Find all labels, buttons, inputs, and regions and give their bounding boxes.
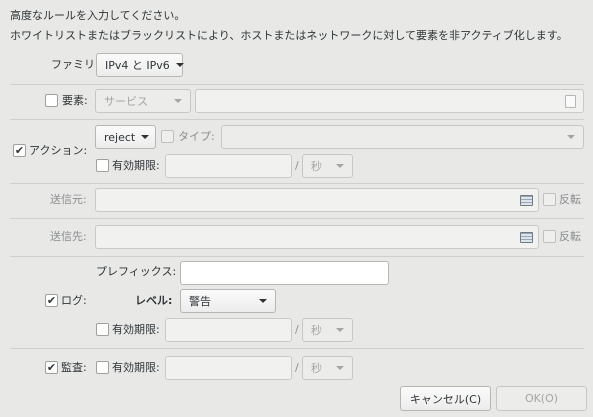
log-prefix-entry[interactable] bbox=[180, 261, 389, 285]
header-line-1: 高度なルールを入力してください。 bbox=[10, 9, 186, 22]
element-label: 要素: bbox=[62, 94, 88, 107]
audit-label: 監査: bbox=[61, 361, 87, 374]
chevron-down-icon bbox=[174, 99, 182, 103]
audit-expiry-entry[interactable] bbox=[165, 356, 292, 380]
log-level-value: 警告 bbox=[189, 295, 211, 308]
family-dropdown[interactable]: IPv4 と IPv6 bbox=[96, 53, 184, 77]
cancel-button[interactable]: キャンセル(C) bbox=[400, 386, 491, 411]
log-label: ログ: bbox=[61, 294, 87, 307]
separator bbox=[10, 84, 584, 85]
log-expiry-label: 有効期限: bbox=[112, 323, 160, 336]
slash-separator: / bbox=[295, 361, 299, 374]
audit-expiry-unit-value: 秒 bbox=[311, 362, 322, 375]
separator bbox=[10, 218, 584, 219]
chevron-down-icon bbox=[336, 164, 344, 168]
checkmark-icon: ✔ bbox=[14, 144, 25, 157]
chevron-down-icon bbox=[336, 366, 344, 370]
checkmark-icon: ✔ bbox=[46, 294, 57, 307]
separator bbox=[10, 183, 584, 184]
header-line-2: ホワイトリストまたはブラックリストにより、ホストまたはネットワークに対して要素を… bbox=[10, 29, 568, 42]
action-expiry-label: 有効期限: bbox=[112, 159, 160, 172]
checkmark-icon: ✔ bbox=[46, 361, 57, 374]
action-expiry-checkbox[interactable] bbox=[96, 159, 109, 172]
destination-invert-label: 反転 bbox=[559, 230, 581, 243]
audit-expiry-label: 有効期限: bbox=[112, 361, 160, 374]
log-prefix-label: プレフィックス: bbox=[96, 265, 177, 278]
source-label: 送信元: bbox=[50, 193, 87, 206]
audit-expiry-unit-dropdown[interactable]: 秒 bbox=[302, 356, 353, 380]
element-type-value: サービス bbox=[104, 95, 148, 108]
source-invert-checkbox[interactable] bbox=[543, 193, 556, 206]
log-expiry-entry[interactable] bbox=[165, 318, 292, 342]
action-type-checkbox[interactable] bbox=[161, 130, 174, 143]
action-type-label: タイプ: bbox=[178, 130, 215, 143]
slash-separator: / bbox=[295, 159, 299, 172]
ok-button[interactable]: OK(O) bbox=[496, 386, 587, 411]
element-entry[interactable] bbox=[195, 89, 584, 113]
action-dropdown-value: reject bbox=[104, 130, 136, 144]
chevron-down-icon bbox=[567, 135, 575, 139]
action-dropdown[interactable]: reject bbox=[95, 125, 156, 149]
audit-checkbox[interactable]: ✔ bbox=[45, 361, 58, 374]
destination-label: 送信先: bbox=[50, 230, 87, 243]
log-level-label: レベル: bbox=[135, 294, 173, 307]
list-icon[interactable] bbox=[520, 232, 533, 243]
log-expiry-unit-dropdown[interactable]: 秒 bbox=[302, 318, 353, 342]
log-expiry-unit-value: 秒 bbox=[311, 324, 322, 337]
slash-separator: / bbox=[295, 323, 299, 336]
audit-expiry-checkbox[interactable] bbox=[96, 361, 109, 374]
action-label: アクション: bbox=[29, 144, 88, 157]
action-checkbox[interactable]: ✔ bbox=[13, 144, 26, 157]
element-type-dropdown[interactable]: サービス bbox=[95, 89, 191, 113]
destination-entry[interactable] bbox=[95, 225, 539, 249]
separator bbox=[10, 256, 584, 257]
destination-invert-checkbox[interactable] bbox=[543, 230, 556, 243]
action-expiry-unit-dropdown[interactable]: 秒 bbox=[302, 154, 353, 178]
action-type-dropdown[interactable] bbox=[221, 125, 584, 149]
action-expiry-entry[interactable] bbox=[165, 154, 292, 178]
family-dropdown-value: IPv4 と IPv6 bbox=[105, 59, 170, 72]
log-expiry-checkbox[interactable] bbox=[96, 323, 109, 336]
chevron-down-icon bbox=[336, 328, 344, 332]
chevron-down-icon bbox=[175, 63, 184, 67]
action-expiry-unit-value: 秒 bbox=[311, 160, 322, 173]
ok-button-label: OK(O) bbox=[524, 392, 559, 405]
chevron-down-icon bbox=[141, 135, 150, 139]
element-checkbox[interactable] bbox=[45, 94, 58, 107]
source-invert-label: 反転 bbox=[559, 193, 581, 206]
cancel-button-label: キャンセル(C) bbox=[409, 392, 482, 406]
document-icon[interactable] bbox=[565, 95, 576, 108]
log-level-dropdown[interactable]: 警告 bbox=[180, 289, 276, 313]
list-icon[interactable] bbox=[520, 195, 533, 206]
source-entry[interactable] bbox=[95, 188, 539, 212]
separator bbox=[10, 119, 584, 120]
chevron-down-icon bbox=[259, 299, 267, 303]
log-checkbox[interactable]: ✔ bbox=[45, 294, 58, 307]
separator bbox=[10, 348, 584, 349]
